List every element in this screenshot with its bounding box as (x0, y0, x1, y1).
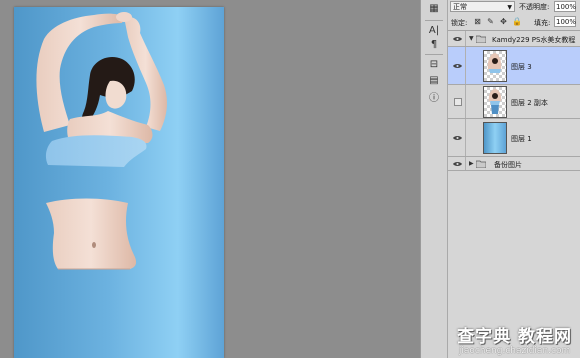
paragraph-icon[interactable]: ¶ (426, 38, 442, 52)
visibility-off-box (454, 98, 462, 106)
opacity-label: 不透明度: (519, 3, 550, 11)
tool-separator (425, 54, 443, 55)
lock-label: 锁定: (451, 19, 468, 27)
lock-paint-icon[interactable]: ✎ (486, 17, 495, 26)
folder-icon (476, 160, 486, 168)
fill-field[interactable]: 100% (554, 16, 576, 27)
group-name: Kamdy229 PS水美女教程 (492, 36, 576, 44)
layer-row[interactable]: 图层 1 (448, 119, 580, 157)
watermark-title: 查字典 教程网 (457, 327, 572, 347)
layer-name: 图层 3 (511, 63, 532, 71)
blend-opacity-row: 正常 ▼ 不透明度: 100% (448, 0, 580, 14)
layer-row[interactable]: 图层 3 (448, 47, 580, 85)
channels-icon[interactable]: ▤ (426, 74, 442, 88)
info-icon[interactable]: ⓘ (426, 92, 442, 106)
lock-fill-row: 锁定: ⊠ ✎ ✥ 🔒 填充: 100% (448, 14, 580, 31)
photo-artwork (36, 12, 167, 270)
visibility-toggle[interactable] (448, 157, 466, 170)
layer-thumbnail (483, 122, 507, 154)
tool-separator (425, 20, 443, 21)
visibility-toggle[interactable] (448, 47, 466, 84)
folder-icon (476, 35, 486, 43)
visibility-toggle[interactable] (448, 85, 466, 118)
eye-icon (453, 63, 462, 69)
layer-name: 图层 2 副本 (511, 99, 548, 107)
blend-mode-value: 正常 (453, 3, 467, 11)
layer-row[interactable]: 图层 2 副本 (448, 85, 580, 119)
layer-thumbnail (483, 86, 507, 118)
expand-triangle-icon[interactable]: ▼ (469, 35, 474, 42)
visibility-toggle[interactable] (448, 31, 466, 46)
panel-dock-strip: ▦ A| ¶ ⊟ ▤ ⓘ (420, 0, 448, 358)
lock-all-icon[interactable]: 🔒 (512, 17, 522, 26)
layer-name: 图层 1 (511, 135, 532, 143)
collapse-triangle-icon[interactable]: ▶ (469, 160, 474, 167)
clone-source-icon[interactable]: ⊟ (426, 58, 442, 72)
character-icon[interactable]: A| (426, 24, 442, 38)
layers-panel: 正常 ▼ 不透明度: 100% 锁定: ⊠ ✎ ✥ 🔒 填充: 100% ▼ K… (448, 0, 580, 358)
group-name: 备份图片 (494, 161, 522, 169)
fill-label: 填充: (534, 19, 551, 27)
lock-transparency-icon[interactable]: ⊠ (473, 17, 482, 26)
layer-thumbnail (483, 50, 507, 82)
blend-mode-select[interactable]: 正常 ▼ (450, 1, 515, 12)
visibility-toggle[interactable] (448, 119, 466, 156)
document-canvas[interactable] (14, 7, 224, 358)
layer-group-closed[interactable]: ▶ 备份图片 (448, 157, 580, 171)
document-workspace (0, 0, 420, 358)
history-icon[interactable]: ▦ (426, 2, 442, 16)
site-watermark: 查字典 教程网 jiaocheng.chazidian.com (457, 322, 572, 356)
lock-move-icon[interactable]: ✥ (499, 17, 508, 26)
watermark-url: jiaocheng.chazidian.com (458, 346, 571, 356)
eye-icon (453, 36, 462, 42)
woman-full-thumb (488, 89, 502, 114)
opacity-field[interactable]: 100% (554, 1, 576, 12)
eye-icon (453, 135, 462, 141)
eye-icon (453, 161, 462, 167)
chevron-down-icon: ▼ (507, 4, 512, 11)
layer-group-open[interactable]: ▼ Kamdy229 PS水美女教程 (448, 31, 580, 47)
woman-upper-thumb (487, 53, 502, 73)
